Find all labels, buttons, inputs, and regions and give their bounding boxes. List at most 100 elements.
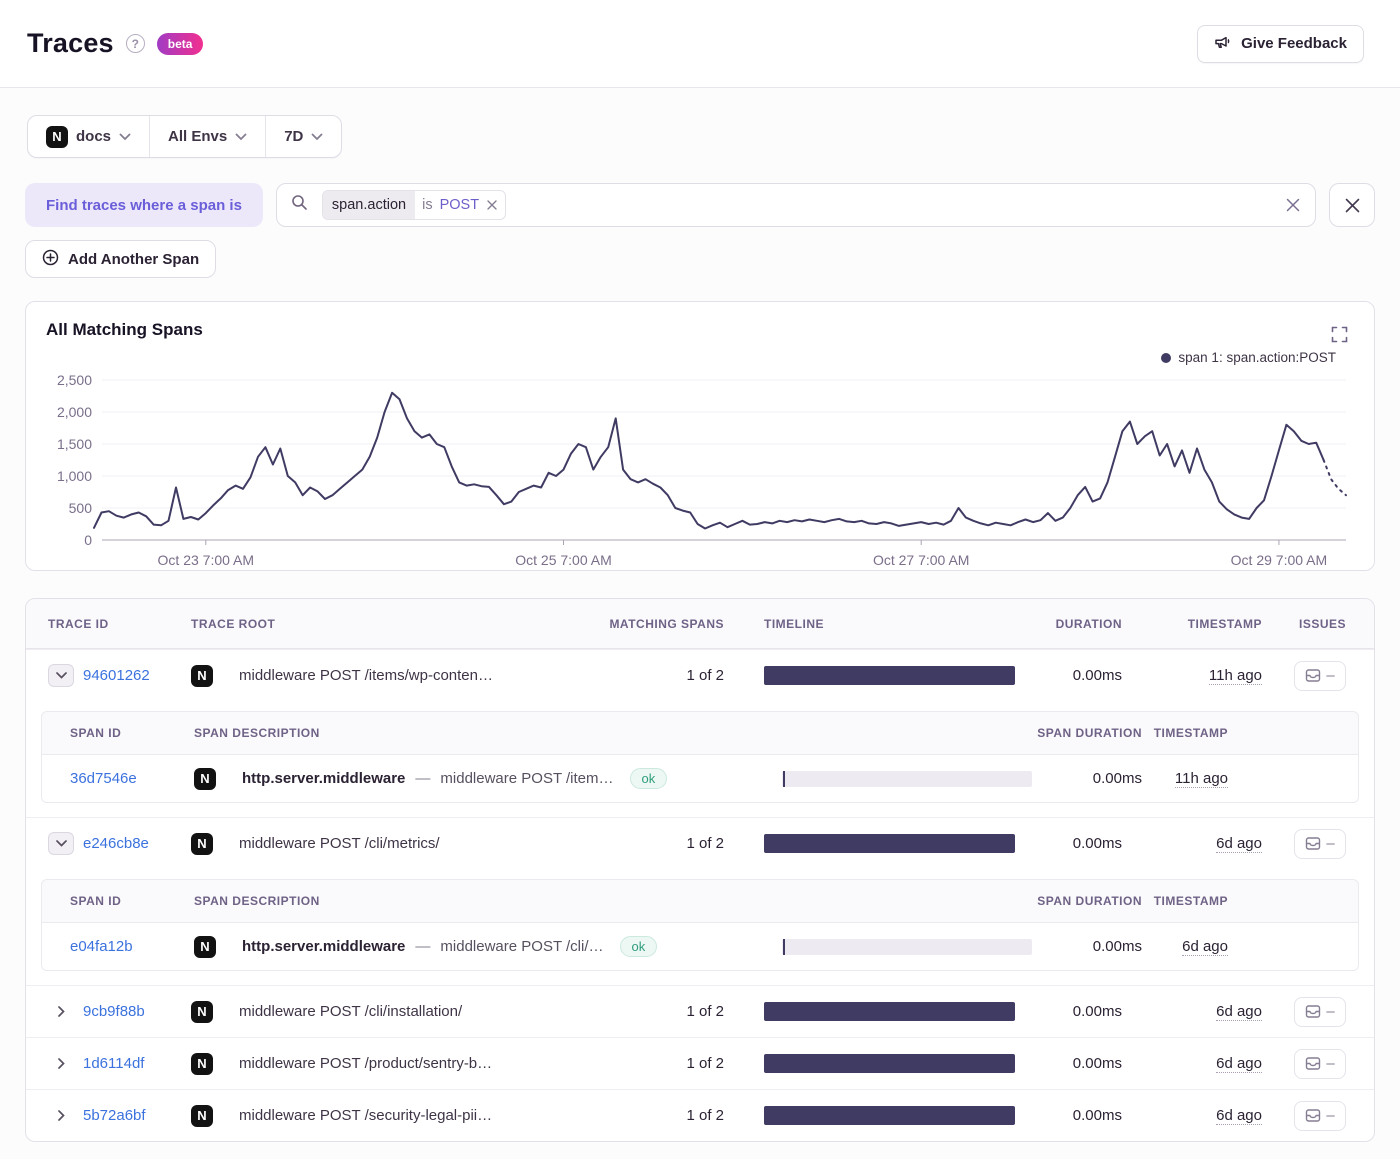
- all-matching-spans-chart-card: All Matching Spans span 1: span.action:P…: [25, 301, 1375, 571]
- span-timeline-bar: [782, 771, 1032, 787]
- col-span-timestamp: TIMESTAMP: [1142, 726, 1228, 740]
- span-status-badge: ok: [630, 768, 668, 789]
- issues-button[interactable]: –: [1294, 661, 1346, 691]
- search-filter-token[interactable]: span.action is POST: [322, 190, 506, 220]
- timestamp-value[interactable]: 6d ago: [1216, 1055, 1262, 1073]
- help-icon[interactable]: ?: [126, 34, 145, 53]
- trace-id-link[interactable]: 5b72a6bf: [83, 1107, 146, 1124]
- issues-button[interactable]: –: [1294, 1049, 1346, 1079]
- issues-button[interactable]: –: [1294, 1101, 1346, 1131]
- search-clear-icon[interactable]: [1285, 197, 1301, 213]
- col-matching-spans: MATCHING SPANS: [594, 617, 724, 631]
- nextjs-icon: N: [46, 126, 68, 148]
- matching-spans-count: 1 of 2: [594, 1055, 724, 1072]
- give-feedback-button[interactable]: Give Feedback: [1197, 25, 1364, 63]
- timeline-bar: [764, 834, 1015, 853]
- svg-text:Oct 23 7:00 AM: Oct 23 7:00 AM: [158, 552, 255, 568]
- expand-row-chevron-right-icon[interactable]: [48, 1058, 74, 1069]
- search-icon: [291, 194, 308, 216]
- trace-id-link[interactable]: 1d6114df: [83, 1055, 144, 1072]
- token-remove-icon[interactable]: [485, 200, 505, 210]
- svg-text:Oct 27 7:00 AM: Oct 27 7:00 AM: [873, 552, 970, 568]
- search-input[interactable]: span.action is POST: [276, 183, 1316, 227]
- timeline-bar: [764, 1054, 1015, 1073]
- span-subtable-header: SPAN ID SPAN DESCRIPTION SPAN DURATION T…: [42, 880, 1358, 922]
- fullscreen-expand-icon[interactable]: [1331, 326, 1348, 348]
- nextjs-icon: N: [191, 1001, 213, 1023]
- project-filter-label: docs: [76, 128, 111, 145]
- date-range-filter[interactable]: 7D: [265, 116, 341, 157]
- span-subtable: SPAN ID SPAN DESCRIPTION SPAN DURATION T…: [41, 711, 1359, 803]
- table-row: e246cb8e N middleware POST /cli/metrics/…: [26, 817, 1374, 869]
- timestamp-value[interactable]: 6d ago: [1216, 835, 1262, 853]
- trace-id-link[interactable]: e246cb8e: [83, 835, 149, 852]
- span-row: e04fa12b N http.server.middleware — midd…: [42, 922, 1358, 970]
- environment-filter[interactable]: All Envs: [149, 116, 265, 157]
- span-timestamp-value[interactable]: 11h ago: [1175, 770, 1228, 788]
- issues-empty-dash: –: [1326, 1055, 1334, 1072]
- trace-id-link[interactable]: 9cb9f88b: [83, 1003, 145, 1020]
- issues-empty-dash: –: [1326, 1003, 1334, 1020]
- timeline-bar: [764, 666, 1015, 685]
- timestamp-value[interactable]: 6d ago: [1216, 1107, 1262, 1125]
- span-id-link[interactable]: 36d7546e: [70, 770, 194, 787]
- issues-button[interactable]: –: [1294, 997, 1346, 1027]
- span-duration-value: 0.00ms: [1032, 938, 1142, 955]
- col-trace-root: TRACE ROOT: [191, 617, 594, 631]
- trace-root-label: middleware POST /cli/installation/: [239, 1003, 462, 1020]
- matching-spans-count: 1 of 2: [594, 667, 724, 684]
- trace-root-label: middleware POST /cli/metrics/: [239, 835, 440, 852]
- svg-text:Oct 29 7:00 AM: Oct 29 7:00 AM: [1231, 552, 1328, 568]
- project-filter[interactable]: N docs: [28, 116, 149, 157]
- issues-empty-dash: –: [1326, 667, 1334, 684]
- nextjs-icon: N: [191, 1105, 213, 1127]
- remove-search-row-button[interactable]: [1329, 183, 1375, 227]
- nextjs-icon: N: [194, 768, 216, 790]
- span-timestamp-value[interactable]: 6d ago: [1182, 938, 1228, 956]
- svg-text:1,000: 1,000: [57, 468, 92, 484]
- expand-row-chevron-right-icon[interactable]: [48, 1006, 74, 1017]
- trace-root-label: middleware POST /product/sentry-b…: [239, 1055, 492, 1072]
- page-filter-bar: N docs All Envs 7D: [27, 115, 342, 158]
- spans-line-chart: 05001,0001,5002,0002,500Oct 23 7:00 AMOc…: [46, 354, 1356, 579]
- trace-id-link[interactable]: 94601262: [83, 667, 150, 684]
- col-span-description: SPAN DESCRIPTION: [194, 894, 782, 908]
- duration-value: 0.00ms: [1015, 1055, 1122, 1072]
- chevron-down-icon: [119, 133, 131, 141]
- issue-box-icon: [1305, 1108, 1321, 1123]
- issues-empty-dash: –: [1326, 835, 1334, 852]
- issues-button[interactable]: –: [1294, 829, 1346, 859]
- timestamp-value[interactable]: 11h ago: [1209, 667, 1262, 685]
- span-op-label: http.server.middleware: [242, 770, 405, 787]
- col-span-id: SPAN ID: [70, 726, 194, 740]
- plus-circle-icon: [42, 249, 59, 270]
- token-key: span.action: [323, 191, 415, 219]
- span-status-badge: ok: [620, 936, 658, 957]
- timestamp-value[interactable]: 6d ago: [1216, 1003, 1262, 1021]
- dash-separator: —: [415, 938, 430, 955]
- col-duration: DURATION: [1015, 617, 1122, 631]
- token-operator: is: [415, 197, 439, 213]
- issue-box-icon: [1305, 836, 1321, 851]
- span-search-row: Find traces where a span is span.action …: [25, 183, 1375, 227]
- timeline-bar: [764, 1002, 1015, 1021]
- add-another-span-label: Add Another Span: [68, 251, 199, 268]
- collapse-row-chevron-down-icon[interactable]: [48, 664, 74, 687]
- svg-text:2,000: 2,000: [57, 404, 92, 420]
- table-header-row: TRACE ID TRACE ROOT MATCHING SPANS TIMEL…: [26, 599, 1374, 649]
- svg-text:0: 0: [84, 532, 92, 548]
- duration-value: 0.00ms: [1015, 1107, 1122, 1124]
- collapse-row-chevron-down-icon[interactable]: [48, 832, 74, 855]
- col-issues: ISSUES: [1262, 617, 1352, 631]
- matching-spans-count: 1 of 2: [594, 1003, 724, 1020]
- nextjs-icon: N: [191, 665, 213, 687]
- add-another-span-button[interactable]: Add Another Span: [25, 240, 216, 278]
- megaphone-icon: [1214, 34, 1232, 54]
- span-duration-value: 0.00ms: [1032, 770, 1142, 787]
- nextjs-icon: N: [191, 1053, 213, 1075]
- give-feedback-label: Give Feedback: [1241, 35, 1347, 52]
- chevron-down-icon: [235, 133, 247, 141]
- chart-legend[interactable]: span 1: span.action:POST: [1161, 350, 1336, 365]
- span-id-link[interactable]: e04fa12b: [70, 938, 194, 955]
- expand-row-chevron-right-icon[interactable]: [48, 1110, 74, 1121]
